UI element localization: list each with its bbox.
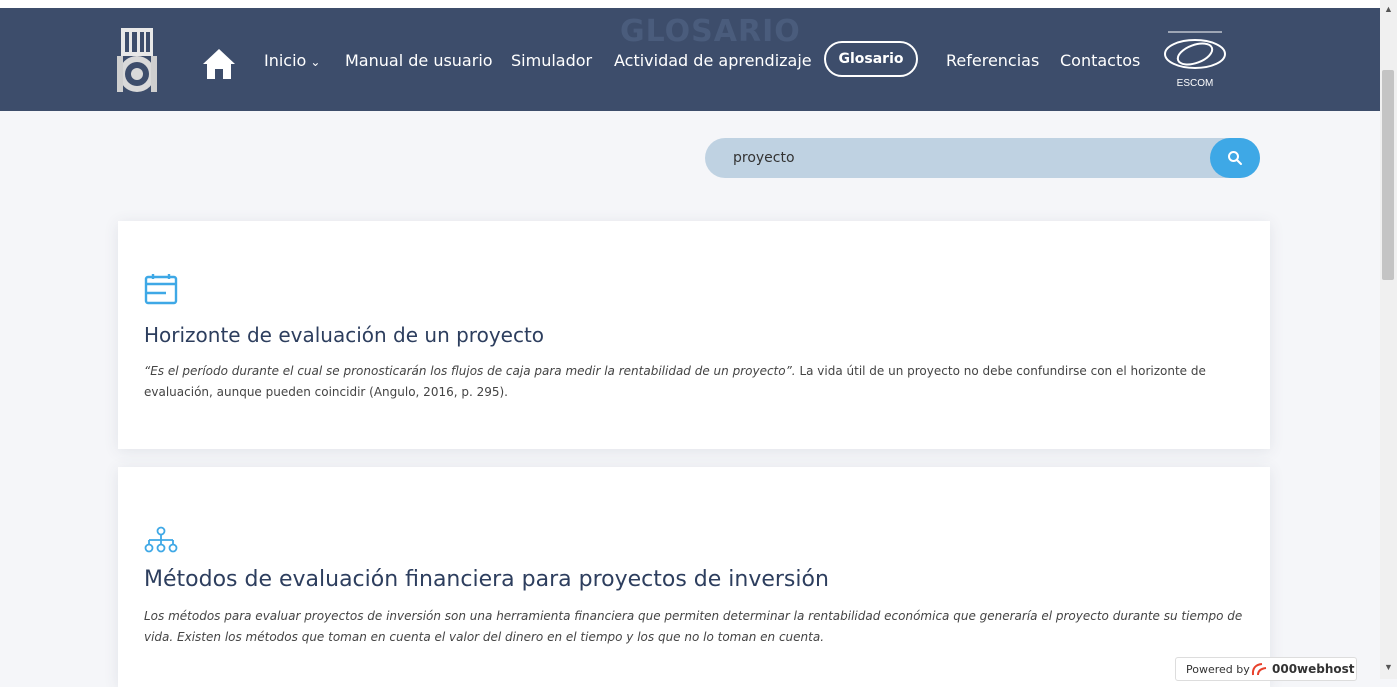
- escom-emblem-icon: [1164, 31, 1226, 69]
- glossary-term-definition: “Es el período durante el cual se pronos…: [144, 361, 1244, 403]
- nav-item-manual-de-usuario[interactable]: Manual de usuario: [345, 51, 493, 70]
- search-icon: [1228, 151, 1242, 165]
- scrollbar-thumb[interactable]: [1382, 70, 1394, 280]
- nav-item-actividad-de-aprendizaje[interactable]: Actividad de aprendizaje: [614, 51, 812, 70]
- search-button[interactable]: [1210, 138, 1260, 178]
- chevron-down-icon: ⌄: [310, 55, 321, 69]
- webhost-logo-icon: [1251, 663, 1267, 676]
- search-bar: [705, 138, 1260, 178]
- glossary-term-title: Horizonte de evaluación de un proyecto: [144, 323, 545, 347]
- sitemap-icon: [144, 526, 178, 553]
- scroll-up-arrow-icon[interactable]: ▲: [1384, 4, 1393, 14]
- definition-quote: “Es el período durante el cual se pronos…: [144, 364, 796, 378]
- glossary-term-title: Métodos de evaluación financiera para pr…: [144, 567, 829, 592]
- nav-item-referencias[interactable]: Referencias: [946, 51, 1039, 70]
- vertical-scrollbar[interactable]: ▲ ▼: [1380, 0, 1397, 679]
- search-input[interactable]: [705, 138, 1260, 178]
- webhost-name: 000webhost: [1272, 662, 1355, 676]
- calendar-card-icon: [144, 274, 178, 305]
- nav-item-simulador[interactable]: Simulador: [511, 51, 592, 70]
- glossary-term-definition: Los métodos para evaluar proyectos de in…: [144, 609, 1243, 644]
- scroll-down-arrow-icon[interactable]: ▼: [1384, 662, 1393, 672]
- glossary-card: Métodos de evaluación financiera para pr…: [118, 467, 1270, 687]
- glossary-card: Horizonte de evaluación de un proyecto “…: [118, 221, 1270, 449]
- navbar: GLOSARIO Inicio ⌄ Manual de usuario Simul…: [0, 8, 1380, 111]
- powered-by-label: Powered by: [1186, 663, 1250, 676]
- nav-item-inicio-label: Inicio: [264, 51, 307, 70]
- powered-by-badge[interactable]: Powered by 000webhost: [1175, 657, 1357, 681]
- escom-logo-text: ESCOM: [1176, 78, 1214, 89]
- page-background-title: GLOSARIO: [620, 14, 801, 49]
- nav-item-glosario[interactable]: Glosario: [824, 41, 918, 77]
- ipn-logo[interactable]: [115, 26, 159, 98]
- escom-logo[interactable]: ESCOM: [1160, 26, 1230, 96]
- nav-item-inicio[interactable]: Inicio ⌄: [264, 51, 320, 70]
- home-icon[interactable]: [202, 48, 236, 80]
- nav-item-contactos[interactable]: Contactos: [1060, 51, 1140, 70]
- top-gap: [0, 0, 1380, 8]
